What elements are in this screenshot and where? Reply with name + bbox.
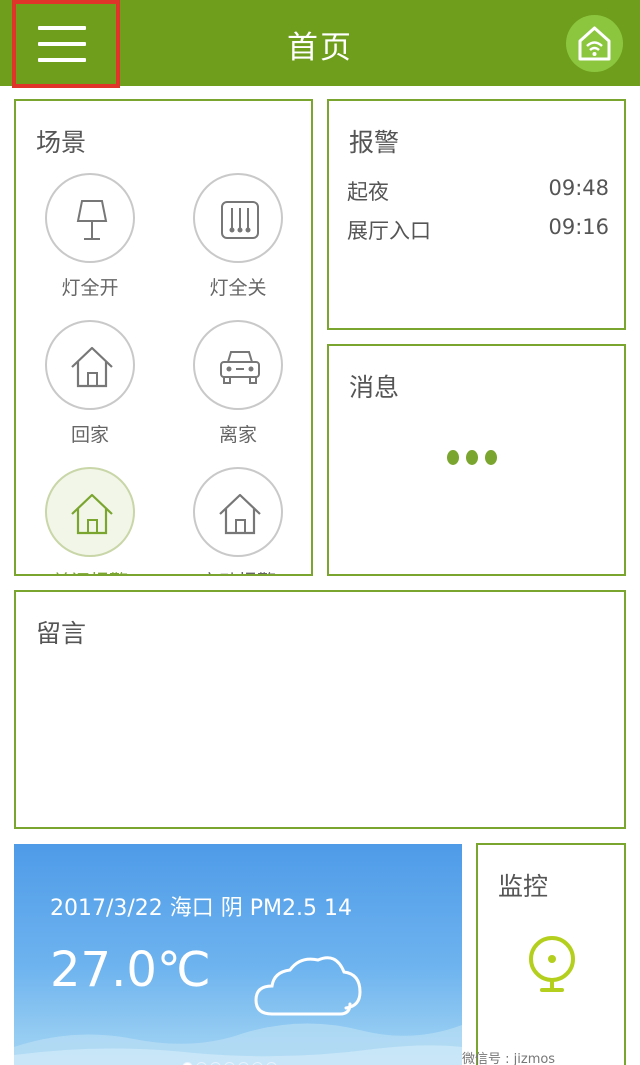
scene-label: 灯全关 [209,277,267,299]
home-icon [219,493,261,535]
scene-label: 灯全开 [61,277,119,299]
light-switch-icon [221,201,259,239]
home-wifi-button[interactable] [566,15,623,72]
loading-dots-icon [447,450,504,469]
alarm-name: 展厅入口 [347,219,431,243]
wechat-watermark: 微信号 : jizmos [462,1052,556,1065]
scene-leave-home[interactable]: 离家 [173,320,303,447]
scene-label: 启动报警 [173,567,303,574]
scene-come-home[interactable]: 回家 [25,320,155,447]
monitor-title: 监控 [498,872,549,901]
mountain-background [14,1023,462,1065]
alarm-time: 09:48 [548,176,609,200]
notes-title: 留言 [36,619,87,648]
alarm-card[interactable]: 报警 起夜 09:48 展厅入口 09:16 [327,99,626,330]
scene-arm-alarm[interactable]: 启动报警 [173,467,303,574]
notes-card[interactable]: 留言 [14,590,626,829]
scene-title: 场景 [36,128,87,157]
car-icon [220,351,260,384]
weather-temperature: 27.0℃ [50,942,211,998]
message-card[interactable]: 消息 [327,344,626,576]
lamp-icon [76,200,108,240]
alarm-title: 报警 [349,128,400,157]
weather-banner[interactable]: 2017/3/22 海口 阴 PM2.5 14 27.0℃ [14,844,462,1065]
weather-info: 2017/3/22 海口 阴 PM2.5 14 [50,896,353,921]
scene-label: 回家 [70,424,109,446]
monitor-card[interactable]: 监控 [476,843,626,1065]
cloud-icon [254,956,362,1016]
camera-icon [529,936,575,992]
page-title: 首页 [287,30,353,66]
home-icon [71,346,113,388]
banner-pager[interactable] [182,1058,280,1065]
scene-lights-on[interactable]: 灯全开 [25,173,155,300]
alarm-name: 起夜 [347,180,389,204]
scene-lights-off[interactable]: 灯全关 [173,173,303,300]
scene-label: 关闭报警 [25,567,155,574]
home-green-icon [71,493,113,535]
alarm-row: 展厅入口 09:16 [347,215,609,245]
top-bar: 首页 [0,0,640,88]
scene-label: 离家 [218,424,257,446]
alarm-row: 起夜 09:48 [347,176,609,206]
scene-card: 场景 灯全开 灯全关 回家 离家 [14,99,313,576]
home-wifi-icon [578,26,611,61]
message-title: 消息 [349,373,400,402]
alarm-time: 09:16 [548,215,609,239]
scene-disarm-alarm[interactable]: 关闭报警 [25,467,155,574]
